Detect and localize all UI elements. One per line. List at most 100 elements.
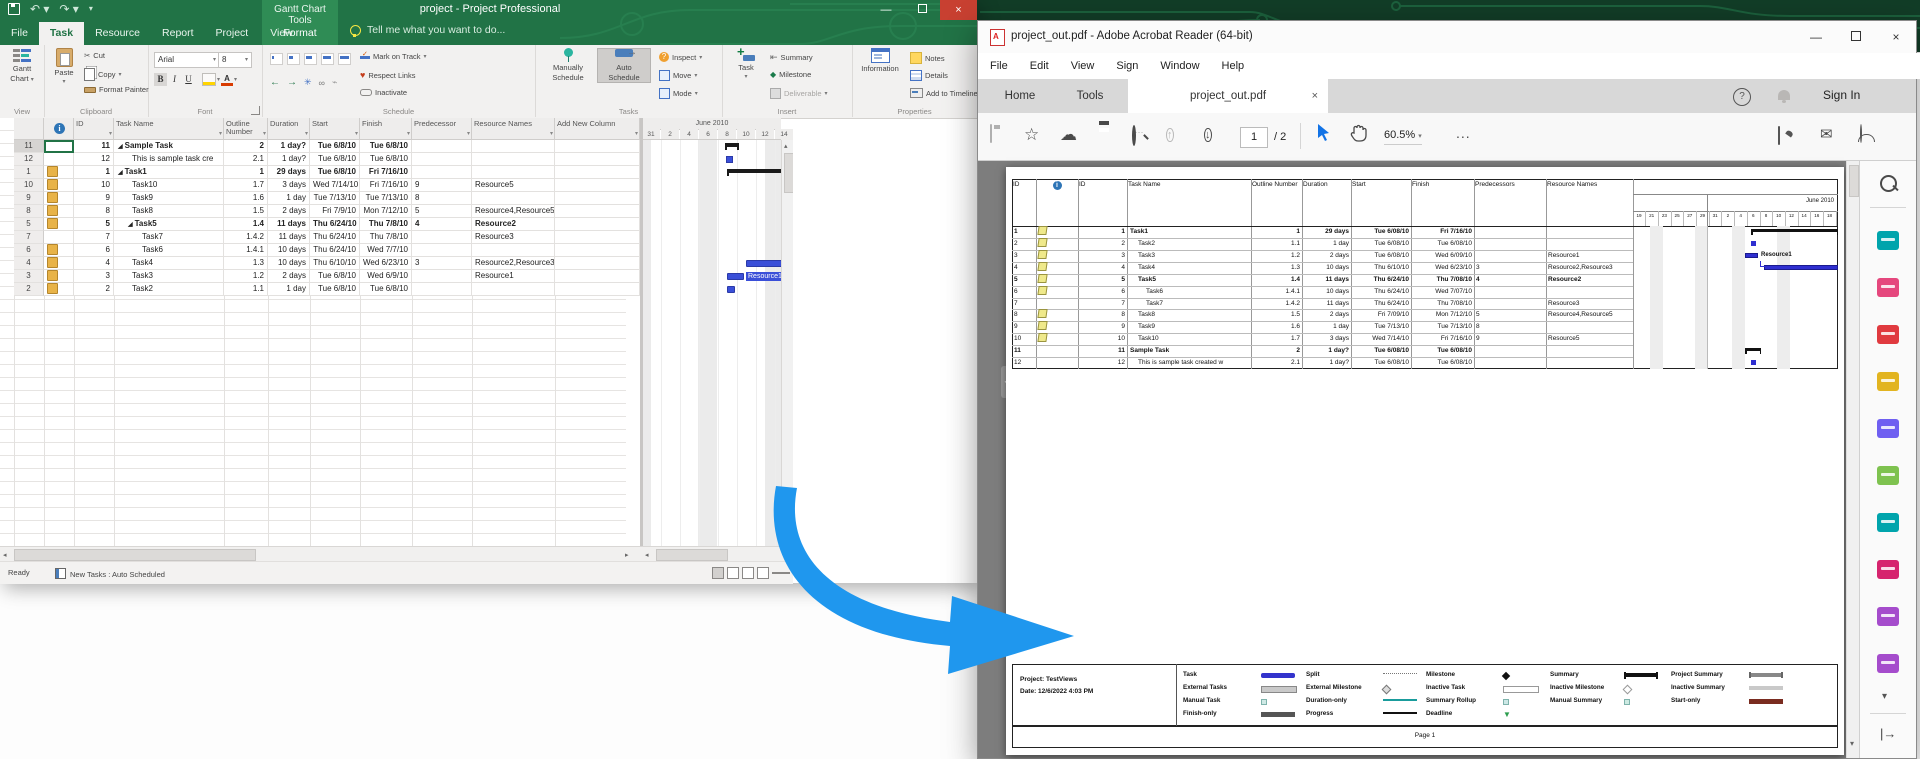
add-new-column-cell[interactable] [555,257,640,270]
add-new-column-cell[interactable] [555,231,640,244]
start-cell[interactable]: Tue 6/8/10 [310,166,360,179]
task-id-cell[interactable]: 4 [74,257,114,270]
duration-cell[interactable]: 1 day [268,283,310,296]
resource-cell[interactable]: Resource2 [472,218,555,231]
row-number[interactable]: 6 [14,244,44,257]
font-family-select[interactable]: Arial▾ [154,52,220,68]
menu-sign[interactable]: Sign [1116,60,1138,72]
start-cell[interactable]: Thu 6/24/10 [310,244,360,257]
outline-cell[interactable]: 1.4.2 [224,231,268,244]
duration-cell[interactable]: 1 day? [268,153,310,166]
add-to-timeline-button[interactable]: Add to Timeline [910,88,977,98]
predecessor-cell[interactable] [412,153,472,166]
sort-caret-icon[interactable]: ▾ [550,130,553,138]
task-bar[interactable] [727,286,735,293]
task-id-cell[interactable]: 5 [74,218,114,231]
scrollbar-thumb[interactable] [14,549,256,561]
indicator-cell[interactable] [44,192,74,205]
column-header[interactable]: Start▾ [310,118,360,140]
scrollbar-thumb[interactable] [1849,165,1859,197]
tab-project[interactable]: Project [205,22,260,45]
column-header[interactable]: Resource Names▾ [472,118,555,140]
predecessor-cell[interactable] [412,244,472,257]
duration-cell[interactable]: 3 days [268,179,310,192]
finish-cell[interactable]: Tue 6/8/10 [360,153,412,166]
percent-50-button[interactable] [304,53,317,65]
row-number[interactable]: 9 [14,192,44,205]
predecessor-cell[interactable] [412,140,472,153]
outline-cell[interactable]: 1 [224,166,268,179]
predecessor-cell[interactable] [412,231,472,244]
close-button[interactable]: × [940,0,977,20]
task-name-cell[interactable]: Task2 [114,283,224,296]
acrobat-minimize-button[interactable]: — [1796,21,1836,53]
resource-cell[interactable] [472,140,555,153]
search-icon[interactable]: ··· [1132,127,1136,144]
resource-cell[interactable]: Resource1 [472,270,555,283]
organize-pages-icon[interactable] [1877,466,1899,485]
finish-cell[interactable]: Thu 7/8/10 [360,231,412,244]
row-number[interactable]: 12 [14,153,44,166]
chart-scroll-left-icon[interactable]: ◂ [645,551,649,559]
outline-cell[interactable]: 1.3 [224,257,268,270]
row-number[interactable]: 5 [14,218,44,231]
combine-files-icon[interactable] [1877,419,1899,438]
outline-cell[interactable]: 2.1 [224,153,268,166]
menu-file[interactable]: File [990,60,1008,72]
tellme-box[interactable]: Tell me what you want to do... [350,24,505,36]
panel-scroll-down-icon[interactable]: ▾ [1882,691,1887,702]
start-cell[interactable]: Thu 6/10/10 [310,257,360,270]
duration-cell[interactable]: 29 days [268,166,310,179]
row-number[interactable]: 8 [14,205,44,218]
percent-25-button[interactable] [287,53,300,65]
view-shortcut-gantt[interactable] [712,567,724,579]
redo-icon[interactable]: ↷ ▾ [59,4,78,14]
task-name-cell[interactable]: ◢Task1 [114,166,224,179]
document-scrollbar[interactable]: ▾ [1846,161,1859,758]
predecessor-cell[interactable] [412,270,472,283]
duration-cell[interactable]: 11 days [268,218,310,231]
tab-format[interactable]: Format [268,22,332,45]
notifications-bell-icon[interactable] [1778,90,1790,100]
mode-button[interactable]: Mode▾ [659,88,698,99]
cloud-share-icon[interactable]: ☁ [1060,125,1077,145]
notes-button[interactable]: Notes [910,52,945,64]
start-cell[interactable]: Fri 7/9/10 [310,205,360,218]
percent-0-button[interactable] [270,53,283,65]
save-icon[interactable] [8,3,20,15]
chart-scrollbar-thumb[interactable] [656,549,728,561]
task-id-cell[interactable]: 6 [74,244,114,257]
finish-cell[interactable]: Fri 7/16/10 [360,166,412,179]
add-new-column-cell[interactable] [555,140,640,153]
task-id-cell[interactable]: 2 [74,283,114,296]
background-color-button[interactable] [202,73,216,86]
resource-cell[interactable] [472,166,555,179]
indicator-cell[interactable] [44,153,74,166]
duration-cell[interactable]: 10 days [268,244,310,257]
insert-deliverable-button[interactable]: Deliverable▾ [770,88,828,99]
tab-resource[interactable]: Resource [84,22,151,45]
font-color-button[interactable]: A [221,74,233,85]
broken-link-icon[interactable]: ⌁ [332,77,337,88]
column-header[interactable]: Predecessor▾ [412,118,472,140]
row-number[interactable]: 3 [14,270,44,283]
more-tools-icon[interactable]: ... [1456,125,1471,141]
indicator-cell[interactable] [44,218,74,231]
zoom-level-select[interactable]: 60.5% ▾ [1384,129,1422,145]
new-tasks-mode-button[interactable]: New Tasks : Auto Scheduled [55,568,165,579]
collapse-icon[interactable]: ◢ [118,144,123,150]
add-new-column-cell[interactable] [555,179,640,192]
outline-cell[interactable]: 1.2 [224,270,268,283]
resource-cell[interactable] [472,244,555,257]
outline-cell[interactable]: 1.4 [224,218,268,231]
search-zoom-icon[interactable] [1880,175,1897,192]
indicator-cell[interactable] [44,244,74,257]
chain-link-icon[interactable]: ∞ [319,78,325,88]
row-number[interactable]: 10 [14,179,44,192]
start-cell[interactable]: Tue 6/8/10 [310,283,360,296]
column-header[interactable]: Finish▾ [360,118,412,140]
column-header[interactable]: Outline Number▾ [224,118,268,140]
indicator-cell[interactable] [44,283,74,296]
task-name-cell[interactable]: Task10 [114,179,224,192]
customize-qat-icon[interactable]: ▾ [89,4,93,14]
